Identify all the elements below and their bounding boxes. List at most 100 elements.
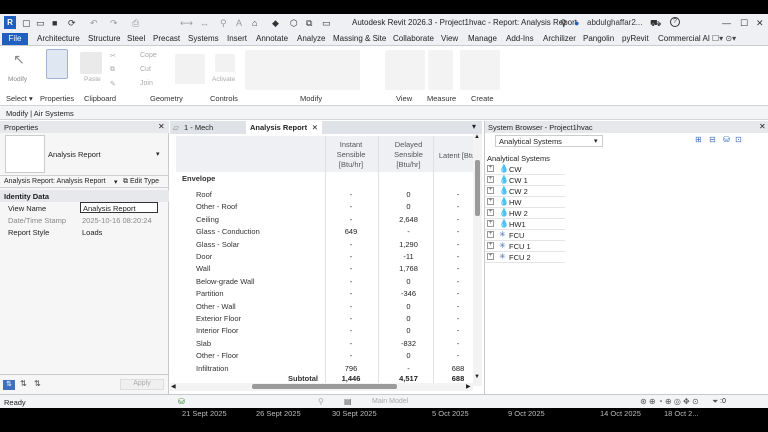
type-name[interactable]: Analysis Report xyxy=(48,150,101,159)
cart-icon[interactable]: ⛟ xyxy=(650,18,661,30)
tab-1-mech[interactable]: ▱ 1 - Mech xyxy=(170,121,246,134)
expand-icon[interactable]: + xyxy=(487,220,494,227)
tab-manage[interactable]: Manage xyxy=(468,34,497,43)
join-button[interactable]: Join xyxy=(140,80,153,87)
open-icon[interactable]: ▭ xyxy=(36,18,45,29)
tab-precast[interactable]: Precast xyxy=(153,34,180,43)
chevron-down-icon[interactable]: ▾ xyxy=(156,150,160,158)
close-icon[interactable]: ✕ xyxy=(158,122,165,131)
expand-icon[interactable]: + xyxy=(487,198,494,205)
chevron-down-icon[interactable]: ▾ xyxy=(594,137,598,145)
tree-item[interactable]: + 💧 CW 1 xyxy=(485,175,565,186)
filter-icon[interactable]: ⏷ xyxy=(712,397,718,407)
cut-button[interactable]: Cut xyxy=(140,66,151,73)
sort-icon[interactable]: ⇅ xyxy=(34,379,41,388)
scroll-down-icon[interactable]: ▼ xyxy=(474,374,480,380)
expand-icon[interactable]: + xyxy=(487,176,494,183)
tab-archilizer[interactable]: Archilizer xyxy=(543,34,576,43)
expand-icon[interactable]: + xyxy=(487,209,494,216)
tab-systems[interactable]: Systems xyxy=(188,34,219,43)
minimize-icon[interactable]: — xyxy=(722,18,731,28)
tree-item[interactable]: + 💧 HW 2 xyxy=(485,208,565,219)
tree-item[interactable]: + 💧 CW xyxy=(485,164,565,175)
expand-icon[interactable]: + xyxy=(487,187,494,194)
tree-item[interactable]: + 💧 CW 2 xyxy=(485,186,565,197)
thin-lines-icon[interactable]: ⬡ xyxy=(290,18,298,29)
group-select[interactable]: Select ▾ xyxy=(6,94,33,103)
analytical-icon[interactable]: ⛁ xyxy=(723,135,730,144)
expand-icon[interactable]: + xyxy=(487,242,494,249)
close-hidden-icon[interactable]: ⧉ xyxy=(306,18,312,29)
editable-icon[interactable]: ⚲ xyxy=(318,397,324,406)
tree-item[interactable]: + 💧 HW xyxy=(485,197,565,208)
geometry-tools-icon[interactable] xyxy=(175,54,205,84)
print-icon[interactable]: ⎙ xyxy=(132,18,139,29)
scrollbar-thumb[interactable] xyxy=(475,160,480,216)
columns-icon[interactable]: ⊟ xyxy=(709,135,716,144)
help-icon[interactable]: ? xyxy=(670,17,680,27)
chevron-down-icon[interactable]: ▾ xyxy=(472,122,476,131)
tree-item[interactable]: + ✳ FCU xyxy=(485,230,565,241)
expand-icon[interactable]: + xyxy=(487,165,494,172)
system-type-dropdown[interactable]: Analytical Systems ▾ xyxy=(495,135,603,147)
maximize-icon[interactable]: ☐ xyxy=(740,18,748,29)
select-links-icon[interactable]: ⊛ ⊕ ◔ ⊕ ◎ ✥ ⊙ xyxy=(640,397,699,406)
tab-collaborate[interactable]: Collaborate xyxy=(393,34,434,43)
tab-view[interactable]: View xyxy=(441,34,458,43)
property-value[interactable]: Loads xyxy=(82,228,102,237)
text-icon[interactable]: A xyxy=(236,18,242,28)
modify-cursor-icon[interactable]: ↖ xyxy=(8,51,30,75)
design-option-icon[interactable]: ▤ xyxy=(344,397,352,406)
tab-massing-site[interactable]: Massing & Site xyxy=(333,34,386,43)
close-icon[interactable]: ✕ xyxy=(756,18,764,29)
sort-icon[interactable]: ⇅ xyxy=(3,380,15,390)
sort-icon[interactable]: ⇅ xyxy=(20,379,27,388)
tab-file[interactable]: File xyxy=(2,33,28,45)
tab-annotate[interactable]: Annotate xyxy=(256,34,288,43)
tab-insert[interactable]: Insert xyxy=(227,34,247,43)
close-icon[interactable]: ✕ xyxy=(312,121,318,134)
tag-icon[interactable]: ⚲ xyxy=(220,18,227,29)
expand-icon[interactable]: + xyxy=(487,231,494,238)
cut-icon[interactable]: ✂ xyxy=(110,52,116,60)
close-icon[interactable]: ✕ xyxy=(759,122,766,131)
paste-button[interactable]: Paste xyxy=(84,76,101,83)
tab-add-ins[interactable]: Add-Ins xyxy=(506,34,534,43)
tab-structure[interactable]: Structure xyxy=(88,34,120,43)
match-icon[interactable]: ✎ xyxy=(110,80,116,88)
section-icon[interactable]: ◆ xyxy=(272,18,279,29)
expand-icon[interactable]: + xyxy=(487,253,494,260)
undo-icon[interactable]: ↶ xyxy=(90,18,98,29)
view-columns-icon[interactable]: ⊞ xyxy=(695,135,702,144)
tab-analyze[interactable]: Analyze xyxy=(297,34,325,43)
modify-tools-icon[interactable] xyxy=(245,50,360,90)
scroll-right-icon[interactable]: ▶ xyxy=(466,383,471,390)
copy-icon[interactable]: ⧉ xyxy=(110,66,115,74)
user-name[interactable]: abdulghaffar2... xyxy=(587,18,642,27)
tree-root[interactable]: Analytical Systems xyxy=(485,153,565,164)
ribbon-options-icon[interactable]: ☐▾ ⊙▾ xyxy=(712,34,736,43)
save-icon[interactable]: ■ xyxy=(52,18,57,28)
activate-icon[interactable] xyxy=(215,54,235,72)
cope-button[interactable]: Cope xyxy=(140,52,157,59)
scrollbar-thumb[interactable] xyxy=(252,384,397,389)
vertical-scrollbar[interactable]: ▲ ▼ xyxy=(473,134,482,386)
horizontal-scrollbar[interactable]: ◀ ▶ xyxy=(170,383,473,391)
create-tools-icon[interactable] xyxy=(460,50,500,90)
sync-icon[interactable]: ⟳ xyxy=(68,18,76,29)
property-row[interactable]: View Name Analysis Report xyxy=(0,202,169,214)
property-row[interactable]: Report Style Loads xyxy=(0,226,169,238)
3d-view-icon[interactable]: ⌂ xyxy=(252,18,257,28)
properties-icon[interactable] xyxy=(46,49,68,79)
scroll-left-icon[interactable]: ◀ xyxy=(171,383,176,390)
tab-pyrevit[interactable]: pyRevit xyxy=(622,34,649,43)
activate-button[interactable]: Activate xyxy=(212,76,235,83)
tree-item[interactable]: + ✳ FCU 1 xyxy=(485,241,565,252)
user-icon[interactable]: ● xyxy=(574,18,579,28)
revit-logo-icon[interactable]: R xyxy=(4,16,16,29)
worksets-icon[interactable]: ⛁ xyxy=(178,397,185,406)
tab-pangolin[interactable]: Pangolin xyxy=(583,34,614,43)
active-model[interactable]: Main Model xyxy=(372,398,408,405)
chevron-down-icon[interactable]: ▾ xyxy=(114,178,118,186)
scroll-up-icon[interactable]: ▲ xyxy=(474,134,480,140)
